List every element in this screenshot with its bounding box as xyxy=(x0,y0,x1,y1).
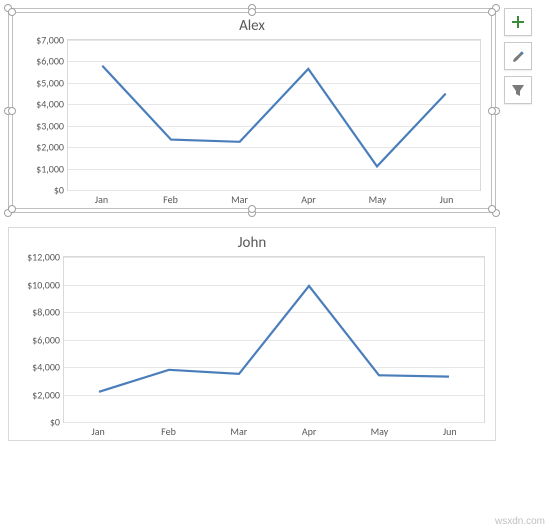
chart-styles-button[interactable] xyxy=(504,42,532,70)
y-tick-label: $0 xyxy=(10,416,60,429)
gridline xyxy=(68,190,480,191)
x-tick-label: May xyxy=(344,425,414,438)
resize-handle[interactable] xyxy=(488,8,496,16)
y-tick-label: $6,000 xyxy=(14,55,64,68)
x-tick-label: Apr xyxy=(274,193,343,206)
y-tick-label: $1,000 xyxy=(14,162,64,175)
resize-handle[interactable] xyxy=(488,205,496,213)
chart-filters-button[interactable] xyxy=(504,76,532,104)
resize-handle[interactable] xyxy=(248,205,256,213)
data-series-line[interactable] xyxy=(68,40,480,190)
x-tick-label: Jun xyxy=(412,193,481,206)
x-tick-label: Apr xyxy=(274,425,344,438)
chart-title[interactable]: John xyxy=(13,234,491,252)
x-tick-label: Jan xyxy=(67,193,136,206)
chart-elements-button[interactable] xyxy=(504,8,532,36)
chart-alex[interactable]: Alex $0$1,000$2,000$3,000$4,000$5,000$6,… xyxy=(8,8,496,213)
resize-handle[interactable] xyxy=(488,107,496,115)
y-tick-label: $5,000 xyxy=(14,76,64,89)
gridline xyxy=(64,422,484,423)
x-tick-label: Feb xyxy=(136,193,205,206)
x-tick-label: Feb xyxy=(133,425,203,438)
plus-icon xyxy=(511,15,525,29)
resize-handle[interactable] xyxy=(8,8,16,16)
y-tick-label: $4,000 xyxy=(10,361,60,374)
chart-john[interactable]: John $0$2,000$4,000$6,000$8,000$10,000$1… xyxy=(8,227,496,441)
x-tick-label: Mar xyxy=(205,193,274,206)
y-tick-label: $8,000 xyxy=(10,306,60,319)
resize-handle[interactable] xyxy=(8,205,16,213)
chart-selection-inner: Alex $0$1,000$2,000$3,000$4,000$5,000$6,… xyxy=(12,12,492,209)
y-tick-label: $3,000 xyxy=(14,119,64,132)
x-axis-labels: JanFebMarAprMayJun xyxy=(63,423,485,438)
funnel-icon xyxy=(511,83,525,97)
y-tick-label: $4,000 xyxy=(14,98,64,111)
plot-area[interactable]: $0$1,000$2,000$3,000$4,000$5,000$6,000$7… xyxy=(67,39,481,191)
chart-selection-outer: Alex $0$1,000$2,000$3,000$4,000$5,000$6,… xyxy=(8,8,496,213)
brush-icon xyxy=(510,48,526,64)
y-tick-label: $6,000 xyxy=(10,333,60,346)
x-tick-label: Mar xyxy=(204,425,274,438)
chart-title[interactable]: Alex xyxy=(17,17,487,35)
resize-handle[interactable] xyxy=(8,107,16,115)
y-tick-label: $10,000 xyxy=(10,278,60,291)
watermark: wsxdn.com xyxy=(495,516,545,527)
y-tick-label: $2,000 xyxy=(10,388,60,401)
x-tick-label: Jun xyxy=(415,425,485,438)
y-tick-label: $2,000 xyxy=(14,141,64,154)
y-tick-label: $7,000 xyxy=(14,34,64,47)
data-series-line[interactable] xyxy=(64,257,484,422)
y-tick-label: $12,000 xyxy=(10,251,60,264)
x-tick-label: May xyxy=(343,193,412,206)
plot-area[interactable]: $0$2,000$4,000$6,000$8,000$10,000$12,000 xyxy=(63,256,485,423)
resize-handle[interactable] xyxy=(248,8,256,16)
y-tick-label: $0 xyxy=(14,184,64,197)
x-tick-label: Jan xyxy=(63,425,133,438)
x-axis-labels: JanFebMarAprMayJun xyxy=(67,191,481,206)
chart-side-buttons xyxy=(504,8,532,104)
